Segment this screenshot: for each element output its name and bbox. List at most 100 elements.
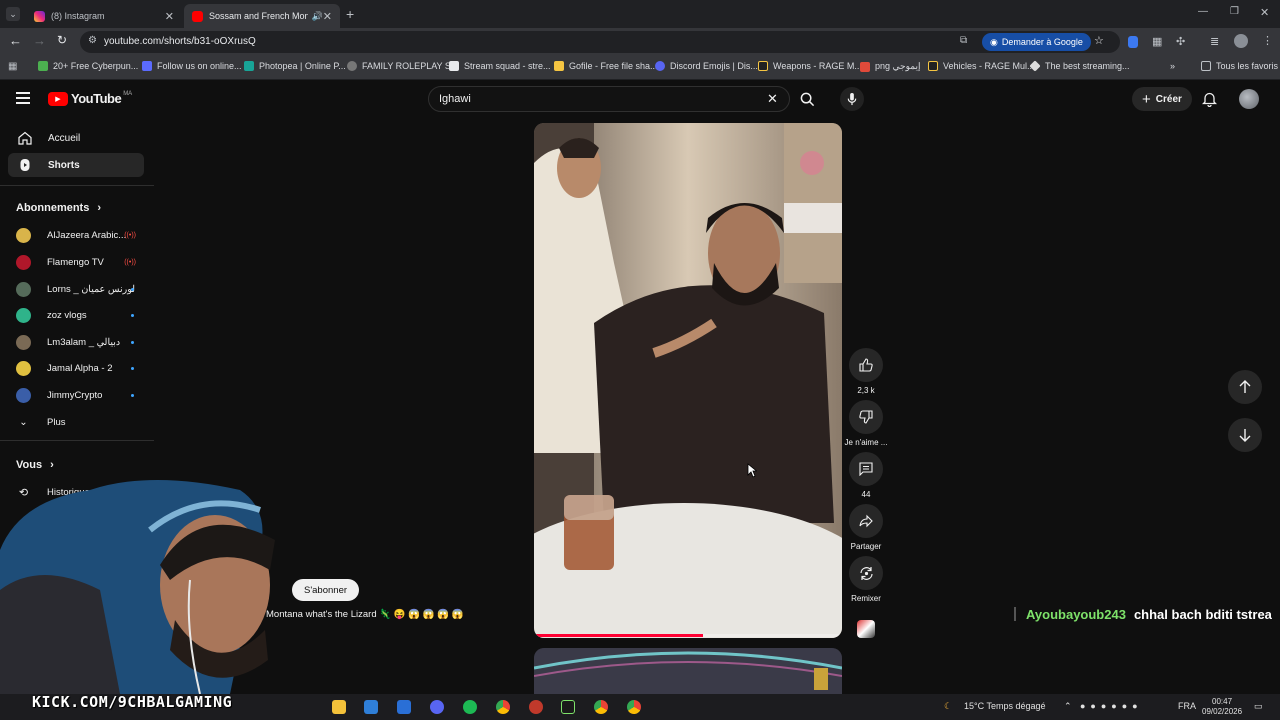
bookmark-item[interactable]: Stream squad - stre... [449,61,551,71]
new-tab-button[interactable]: + [346,6,354,22]
clear-search-icon[interactable]: ✕ [767,91,778,107]
outlook-icon[interactable] [397,700,411,714]
bookmark-item[interactable]: 20+ Free Cyberpun... [38,61,138,71]
apps-grid-icon[interactable]: ▦ [8,61,17,72]
address-bar[interactable]: ⚙ youtube.com/shorts/b31-oOXrusQ ⧉ ◉ Dem… [80,31,1120,53]
create-button[interactable]: + Créer [1132,87,1192,111]
bookmark-item[interactable]: Weapons - RAGE M... [758,61,862,71]
restore-button[interactable]: ❐ [1230,6,1239,17]
extension-icon[interactable]: ▦ [1152,35,1162,48]
subscriptions-heading-label: Abonnements [16,202,90,214]
reload-icon[interactable]: ↻ [57,33,67,47]
file-explorer-icon[interactable] [332,700,346,714]
minimize-button[interactable]: — [1198,6,1208,17]
extension-shield-icon[interactable] [1128,36,1138,48]
share-label: Partager [850,542,882,551]
language-indicator[interactable]: FRA [1178,701,1196,711]
extensions-puzzle-icon[interactable]: ✣ [1176,35,1185,48]
subscription-item[interactable]: Flamengo TV ((•)) [16,252,140,272]
bookmark-item[interactable]: Photopea | Online P... [244,61,346,71]
app-icon[interactable] [529,700,543,714]
chevron-right-icon: › [97,202,102,214]
short-video-player[interactable] [534,123,842,638]
tab-youtube-short[interactable]: Sossam and French Monta 🔊 ✕ [184,4,340,28]
channel-avatar [16,227,31,243]
forward-icon[interactable]: → [33,33,46,48]
clock-date[interactable]: 09/02/2026 [1202,707,1242,716]
chrome-profile-icon[interactable] [594,700,608,714]
terminal-icon[interactable] [561,700,575,714]
menu-dots-icon[interactable]: ⋮ [1262,34,1273,47]
subscription-item[interactable]: AlJazeera Arabic... ((•)) [16,225,140,245]
bookmark-item[interactable]: Discord Emojis | Dis... [655,61,758,71]
tab-instagram[interactable]: (8) Instagram ✕ [26,4,182,28]
bookmark-item[interactable]: The best streaming... [1029,60,1130,72]
more-bookmarks-icon[interactable]: » [1170,61,1175,71]
all-favorites[interactable]: Tous les favoris [1201,61,1278,71]
tray-icons[interactable]: ●●●●●● [1080,701,1143,711]
close-window-button[interactable]: ✕ [1260,6,1269,19]
next-short-button[interactable] [1228,418,1262,452]
chrome-icon[interactable] [496,700,510,714]
chrome-profile-icon[interactable] [627,700,641,714]
share-button[interactable] [849,504,883,538]
like-button[interactable] [849,348,883,382]
new-content-dot [131,340,134,344]
subscription-item[interactable]: Jamal Alpha - 2 [16,358,140,378]
ask-google-button[interactable]: ◉ Demander à Google [982,33,1091,51]
bookmark-favicon [1029,60,1041,72]
bookmark-item[interactable]: png إيموجي [860,61,920,72]
reading-list-icon[interactable]: ≣ [1210,35,1219,48]
subscription-item[interactable]: Lm3alam _ دبيالي [16,332,140,352]
weather-text[interactable]: 15°C Temps dégagé [964,701,1046,711]
bookmark-item[interactable]: Gofile - Free file sha... [554,61,658,71]
account-avatar[interactable] [1239,89,1259,109]
notifications-icon[interactable]: ▭ [1254,701,1263,712]
more-label: Plus [47,416,66,428]
subscription-item[interactable]: zoz vlogs [16,305,140,325]
back-icon[interactable]: ← [9,33,22,48]
subscriptions-heading[interactable]: Abonnements › [16,202,101,214]
previous-short-button[interactable] [1228,370,1262,404]
cast-icon[interactable]: ⧉ [960,35,967,46]
voice-search-button[interactable] [840,87,864,111]
sidebar-item-home[interactable]: Accueil [8,126,144,150]
search-bar[interactable]: Ighawi ✕ [428,86,790,112]
discord-icon[interactable] [430,700,444,714]
next-short-preview[interactable] [534,648,842,698]
bookmark-item[interactable]: Vehicles - RAGE Mul... [928,61,1035,71]
new-content-dot [131,393,134,397]
spotify-icon[interactable] [463,700,477,714]
subscription-item[interactable]: Lorns _ لورنس عميان [16,279,140,299]
store-icon[interactable] [364,700,378,714]
close-icon[interactable]: ✕ [165,10,174,23]
clock-time[interactable]: 00:47 [1212,697,1232,706]
speaker-icon[interactable]: 🔊 [312,11,323,22]
close-icon[interactable]: ✕ [323,10,332,23]
chat-divider [1014,607,1016,621]
tray-expand-icon[interactable]: ⌃ [1064,701,1072,712]
tab-search-dropdown[interactable]: ⌄ [6,7,20,21]
remix-button[interactable] [849,556,883,590]
hamburger-menu-icon[interactable] [16,92,30,104]
comments-button[interactable] [849,452,883,486]
bookmark-label: png إيموجي [875,61,921,71]
sound-thumbnail[interactable] [857,620,875,638]
dislike-button[interactable] [849,400,883,434]
notifications-bell-icon[interactable] [1201,91,1218,112]
mouse-cursor-icon [747,463,757,478]
video-progress-track[interactable] [534,634,842,637]
bookmark-star-icon[interactable]: ☆ [1094,34,1104,47]
youtube-logo[interactable]: ▶ YouTube MA [48,91,132,106]
subscribe-button[interactable]: S'abonner [292,579,360,601]
profile-avatar-icon[interactable] [1234,34,1248,48]
sidebar-item-shorts[interactable]: Shorts [8,153,144,177]
subscription-item[interactable]: JimmyCrypto [16,385,140,405]
search-button[interactable] [796,88,818,110]
site-info-icon[interactable]: ⚙ [88,35,97,46]
show-more-subscriptions[interactable]: ⌄ Plus [16,412,140,432]
search-input[interactable]: Ighawi [439,93,471,105]
live-icon: ((•)) [124,231,136,239]
bookmark-item[interactable]: FAMILY ROLEPLAY S... [347,61,458,71]
bookmark-item[interactable]: Follow us on online... [142,61,242,71]
